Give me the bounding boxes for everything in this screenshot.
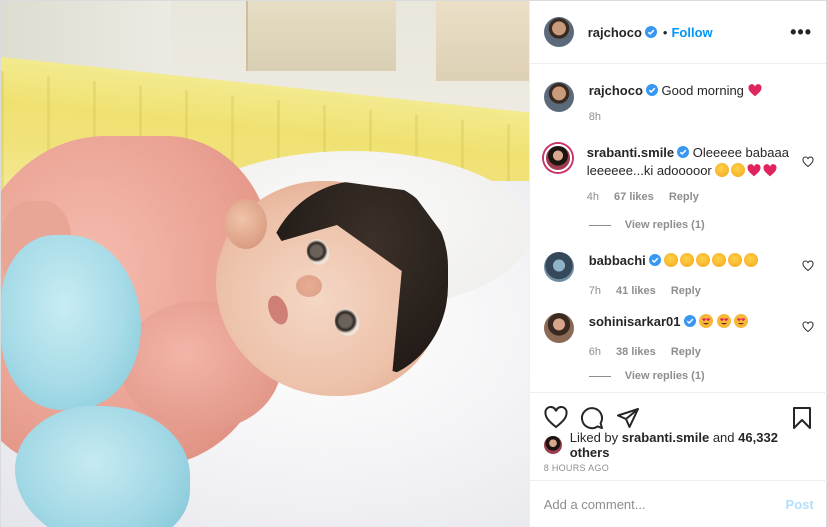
author-avatar[interactable] — [543, 17, 574, 47]
caption-meta: 8h — [589, 108, 814, 126]
caption-body: rajchoco Good morning 8h — [589, 82, 814, 126]
comment-likes[interactable]: 41 likes — [616, 285, 656, 297]
likes-summary-text: Liked by srabanti.smile and 46,332 other… — [570, 430, 814, 460]
comment-username[interactable]: sohinisarkar01 — [589, 314, 681, 329]
comment-username[interactable]: srabanti.smile — [587, 145, 674, 160]
photo-background-door — [246, 1, 396, 71]
yum-face-icon — [680, 253, 695, 267]
view-replies-button[interactable]: View replies (1) — [588, 370, 705, 382]
verified-badge-icon — [677, 146, 690, 158]
heart-eyes-face-icon — [734, 314, 749, 328]
comment-bubble-icon[interactable] — [580, 406, 604, 430]
caption-text-line: rajchoco Good morning — [589, 82, 814, 100]
caption-row: rajchoco Good morning 8h — [543, 82, 814, 126]
photo-baby-ear — [225, 199, 267, 249]
view-replies-label[interactable]: View replies (1) — [625, 370, 705, 382]
replies-divider — [588, 375, 611, 377]
yum-face-icon — [712, 253, 727, 267]
photo-baby-nose — [296, 275, 322, 297]
post-comment-button[interactable]: Post — [786, 497, 814, 512]
comment-meta: 4h 67 likes Reply — [587, 188, 814, 206]
comment-time: 6h — [588, 346, 601, 358]
comment-meta: 7h 41 likes Reply — [589, 282, 814, 300]
reply-button[interactable]: Reply — [669, 191, 699, 203]
post-side-panel: rajchoco • Follow ••• rajchoco Good morn… — [528, 1, 827, 527]
caption-text: Good morning — [661, 83, 744, 98]
more-options-icon[interactable]: ••• — [790, 22, 812, 43]
heart-eyes-face-icon — [699, 314, 714, 328]
post-actions: Liked by srabanti.smile and 46,332 other… — [529, 392, 827, 527]
comment-text-line: srabanti.smile Oleeeee babaaa leeeeee...… — [587, 144, 814, 180]
comments-list[interactable]: rajchoco Good morning 8h srabanti.smile … — [530, 65, 827, 391]
comment-body: srabanti.smile Oleeeee babaaa leeeeee...… — [587, 144, 814, 206]
commenter-avatar[interactable] — [543, 252, 574, 282]
like-comment-heart-icon[interactable] — [802, 260, 814, 272]
comment-likes[interactable]: 67 likes — [614, 191, 654, 203]
comment-input[interactable] — [543, 497, 786, 512]
caption-time: 8h — [588, 111, 601, 123]
save-bookmark-icon[interactable] — [790, 406, 814, 430]
comment-time: 7h — [588, 285, 601, 297]
post-photo[interactable] — [1, 1, 529, 527]
verified-badge-icon — [648, 254, 661, 266]
post-header: rajchoco • Follow ••• — [529, 1, 826, 64]
like-comment-heart-icon[interactable] — [802, 321, 814, 333]
comment-body: sohinisarkar01 6h 38 likes Reply — [589, 313, 814, 361]
caption-username[interactable]: rajchoco — [589, 83, 643, 98]
red-heart-icon — [763, 164, 777, 177]
yum-face-icon — [731, 163, 746, 177]
separator-dot: • — [662, 24, 668, 40]
verified-badge-icon — [644, 26, 657, 38]
comment-text-line: sohinisarkar01 — [589, 313, 814, 331]
view-replies-button[interactable]: View replies (1) — [588, 219, 705, 231]
action-icons-row — [530, 393, 827, 433]
yum-face-icon — [715, 163, 730, 177]
liked-by-user[interactable]: srabanti.smile — [622, 430, 709, 445]
likes-summary: Liked by srabanti.smile and 46,332 other… — [530, 430, 827, 460]
photo-background-cabinet — [436, 1, 529, 81]
commenter-avatar[interactable] — [543, 144, 572, 172]
reply-button[interactable]: Reply — [671, 346, 701, 358]
comment-meta: 6h 38 likes Reply — [589, 343, 814, 361]
yum-face-icon — [664, 253, 679, 267]
verified-badge-icon — [683, 315, 696, 327]
comment-body: babbachi 7h 41 likes Reply — [589, 252, 814, 300]
comment-row: babbachi 7h 41 likes Reply — [543, 252, 814, 300]
liked-by-prefix: Liked by — [569, 430, 619, 445]
commenter-avatar[interactable] — [543, 313, 574, 343]
view-replies-label[interactable]: View replies (1) — [625, 219, 705, 231]
comment-text-line: babbachi — [589, 252, 814, 270]
comment-row: srabanti.smile Oleeeee babaaa leeeeee...… — [543, 144, 814, 206]
like-heart-icon[interactable] — [544, 406, 568, 430]
comment-time: 4h — [586, 191, 599, 203]
red-heart-icon — [747, 164, 761, 177]
heart-eyes-face-icon — [716, 314, 731, 328]
caption-avatar[interactable] — [543, 82, 574, 112]
liked-by-and: and — [712, 430, 735, 445]
verified-badge-icon — [645, 84, 658, 96]
yum-face-icon — [696, 253, 711, 267]
replies-divider — [588, 224, 611, 226]
red-heart-icon — [748, 84, 762, 97]
comment-likes[interactable]: 38 likes — [616, 346, 656, 358]
liked-by-avatar[interactable] — [543, 436, 562, 454]
like-comment-heart-icon[interactable] — [802, 156, 814, 168]
share-paper-plane-icon[interactable] — [616, 406, 640, 430]
follow-button[interactable]: Follow — [671, 25, 712, 40]
comment-username[interactable]: babbachi — [589, 253, 646, 268]
reply-button[interactable]: Reply — [671, 285, 701, 297]
author-username[interactable]: rajchoco — [588, 25, 642, 40]
yum-face-icon — [744, 253, 759, 267]
instagram-post-modal: rajchoco • Follow ••• rajchoco Good morn… — [0, 0, 827, 527]
yum-face-icon — [728, 253, 743, 267]
comment-row: sohinisarkar01 6h 38 likes Reply — [543, 313, 814, 361]
add-comment-bar: Post — [529, 480, 827, 527]
